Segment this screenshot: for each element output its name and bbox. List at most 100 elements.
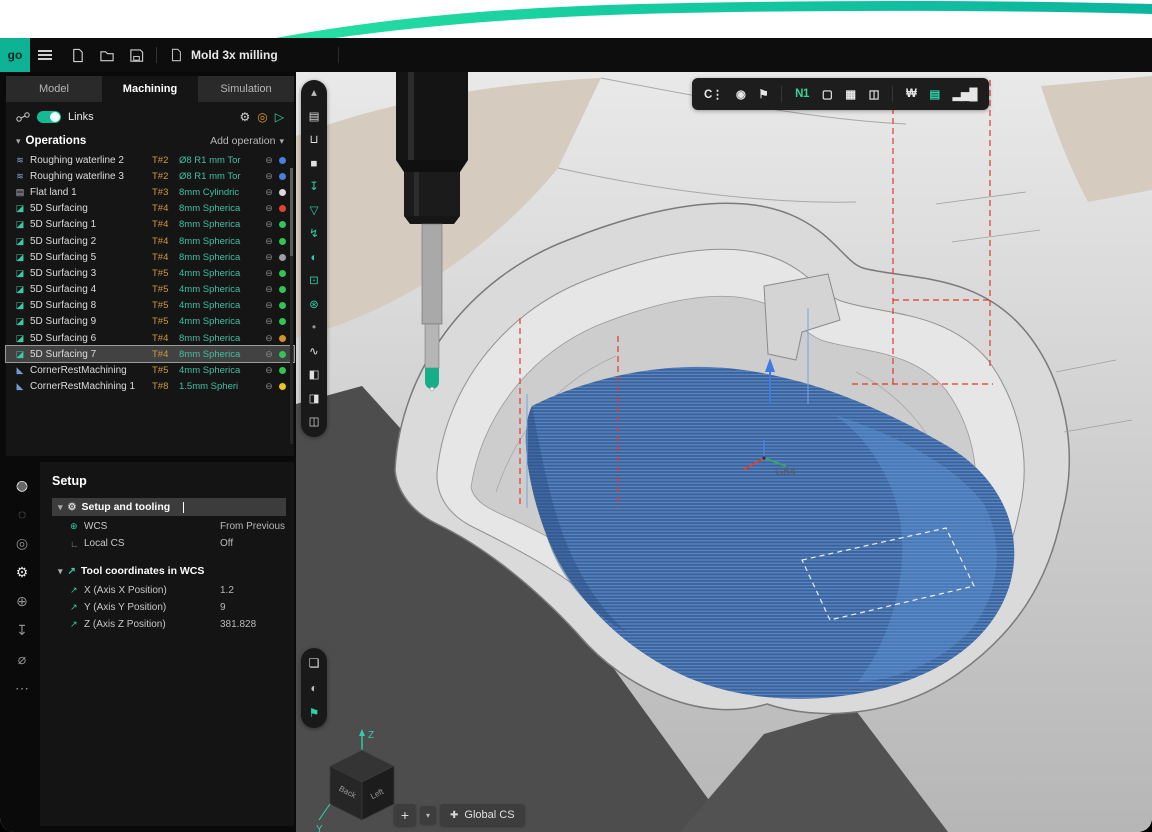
- collapse-icon[interactable]: ▾: [58, 502, 63, 513]
- operation-suppress-icon[interactable]: ⊖: [263, 333, 275, 344]
- spindle-icon[interactable]: ◉: [736, 87, 746, 101]
- monitor-icon[interactable]: ▢: [822, 87, 832, 101]
- stats-icon[interactable]: ▂▅█: [953, 87, 977, 101]
- operation-suppress-icon[interactable]: ⊖: [263, 155, 275, 166]
- disc-icon[interactable]: ◎: [16, 536, 28, 550]
- operation-row[interactable]: ≋ Roughing waterline 3 T#2 Ø8 R1 mm Tor …: [6, 168, 294, 184]
- settings-gear-icon[interactable]: ⚙: [16, 565, 29, 579]
- rotary-axis-icon[interactable]: ◐: [311, 253, 318, 265]
- cs-dropdown-button[interactable]: ▾: [420, 806, 436, 824]
- simulation-view-icon[interactable]: ◍: [16, 478, 28, 492]
- operation-suppress-icon[interactable]: ⊖: [263, 268, 275, 279]
- tool-axis-icon[interactable]: ↧: [16, 623, 28, 637]
- monitor-grid-icon[interactable]: ◫: [869, 87, 879, 101]
- fit-view-icon[interactable]: ❏: [309, 657, 320, 669]
- tab-machining[interactable]: Machining: [102, 76, 198, 102]
- operations-settings-icon[interactable]: ⚙: [240, 110, 251, 124]
- tool-coordinates-header[interactable]: ▾ ↗ Tool coordinates in WCS: [52, 562, 286, 580]
- operation-row[interactable]: ◪ 5D Surfacing T#4 8mm Spherica ⊖: [6, 201, 294, 217]
- collapse-icon[interactable]: ▾: [58, 566, 63, 577]
- operation-row[interactable]: ◪ 5D Surfacing 3 T#5 4mm Spherica ⊖: [6, 265, 294, 281]
- scroll-up-icon[interactable]: ▴: [311, 88, 317, 100]
- wcs-row[interactable]: ⊕ WCS From Previous: [40, 518, 294, 535]
- operations-scrollbar[interactable]: [290, 168, 293, 444]
- grid-export-icon[interactable]: ▦: [845, 87, 855, 101]
- axis-x-row[interactable]: ↗ X (Axis X Position) 1.2: [40, 582, 294, 599]
- post-icon[interactable]: ▤: [929, 87, 939, 101]
- operation-row[interactable]: ◪ 5D Surfacing 2 T#4 8mm Spherica ⊖: [6, 233, 294, 249]
- operation-row[interactable]: ◣ CornerRestMachining 1 T#8 1.5mm Spheri…: [6, 379, 294, 395]
- operation-suppress-icon[interactable]: ⊖: [263, 236, 275, 247]
- tool-flag-icon[interactable]: ⚑: [758, 87, 768, 101]
- tool-holder-icon[interactable]: ⊔: [310, 135, 319, 147]
- run-icon[interactable]: ▷: [275, 110, 284, 124]
- tab-simulation[interactable]: Simulation: [198, 76, 294, 102]
- transform-icon[interactable]: ⊕: [16, 594, 28, 608]
- setup-and-tooling-header[interactable]: ▾ ⚙ Setup and tooling: [52, 498, 286, 516]
- add-operation-button[interactable]: Add operation▾: [210, 135, 284, 147]
- more-icon[interactable]: ⋯: [15, 681, 29, 695]
- operation-row[interactable]: ◪ 5D Surfacing 6 T#4 8mm Spherica ⊖: [6, 330, 294, 346]
- machine-icon[interactable]: ▤: [309, 112, 320, 124]
- axis-z-row[interactable]: ↗ Z (Axis Z Position) 381.828: [40, 616, 294, 633]
- operation-row[interactable]: ▤ Flat land 1 T#3 8mm Cylindric ⊖: [6, 184, 294, 200]
- orbit-icon[interactable]: ◐: [310, 682, 317, 694]
- new-file-icon[interactable]: [70, 48, 85, 63]
- global-cs-button[interactable]: ✚ Global CS: [440, 804, 525, 826]
- operation-suppress-icon[interactable]: ⊖: [263, 316, 275, 327]
- flag-icon[interactable]: ⚑: [309, 707, 320, 719]
- tool-diameter-icon[interactable]: ⌀: [18, 652, 26, 666]
- operation-row[interactable]: ◣ CornerRestMachining T#5 4mm Spherica ⊖: [6, 362, 294, 378]
- operation-row[interactable]: ◪ 5D Surfacing 8 T#5 4mm Spherica ⊖: [6, 298, 294, 314]
- operation-suppress-icon[interactable]: ⊖: [263, 365, 275, 376]
- operation-suppress-icon[interactable]: ⊖: [263, 219, 275, 230]
- panel-right-icon[interactable]: ◨: [309, 394, 320, 406]
- collision-control-icon[interactable]: C⋮: [704, 87, 723, 101]
- wcs-value[interactable]: From Previous: [220, 521, 285, 532]
- axis-y-value[interactable]: 9: [220, 602, 226, 613]
- axis-z-value[interactable]: 381.828: [220, 619, 256, 630]
- operation-suppress-icon[interactable]: ⊖: [263, 349, 275, 360]
- save-icon[interactable]: [129, 48, 144, 63]
- 3d-viewport[interactable]: G54 Z Back Le: [296, 72, 1152, 832]
- fixture-icon[interactable]: ▽: [310, 206, 319, 218]
- add-cs-button[interactable]: +: [394, 804, 416, 826]
- local-cs-row[interactable]: ∟ Local CS Off: [40, 535, 294, 552]
- operation-suppress-icon[interactable]: ⊖: [263, 171, 275, 182]
- operation-row[interactable]: ◪ 5D Surfacing 5 T#4 8mm Spherica ⊖: [6, 249, 294, 265]
- measure-icon[interactable]: ₩: [906, 88, 916, 100]
- app-logo[interactable]: go: [0, 38, 30, 72]
- edit-caret: [183, 502, 184, 513]
- open-folder-icon[interactable]: [99, 48, 115, 63]
- operation-row[interactable]: ◪ 5D Surfacing 9 T#5 4mm Spherica ⊖: [6, 314, 294, 330]
- operation-suppress-icon[interactable]: ⊖: [263, 284, 275, 295]
- operations-collapse-icon[interactable]: ▾: [16, 136, 21, 147]
- menu-icon[interactable]: [30, 38, 60, 72]
- point-icon[interactable]: •: [312, 323, 316, 335]
- operation-suppress-icon[interactable]: ⊖: [263, 381, 275, 392]
- nc-code-icon[interactable]: N1: [795, 88, 809, 100]
- spline-icon[interactable]: ∿: [309, 347, 319, 359]
- operation-suppress-icon[interactable]: ⊖: [263, 300, 275, 311]
- target-icon[interactable]: ◎: [257, 110, 267, 124]
- stock-icon[interactable]: ◌: [18, 507, 26, 521]
- operation-row[interactable]: ◪ 5D Surfacing 4 T#5 4mm Spherica ⊖: [6, 282, 294, 298]
- links-toggle[interactable]: [37, 111, 61, 123]
- operation-row-selected[interactable]: ◪ 5D Surfacing 7 T#4 8mm Spherica ⊖: [6, 346, 294, 362]
- operation-row[interactable]: ≋ Roughing waterline 2 T#2 Ø8 R1 mm Tor …: [6, 152, 294, 168]
- panel-left-icon[interactable]: ◧: [309, 370, 320, 382]
- tab-model[interactable]: Model: [6, 76, 102, 102]
- operation-row[interactable]: ◪ 5D Surfacing 1 T#4 8mm Spherica ⊖: [6, 217, 294, 233]
- collision-icon[interactable]: ⊛: [309, 300, 319, 312]
- axis-x-value[interactable]: 1.2: [220, 585, 234, 596]
- panel-grid-icon[interactable]: ◫: [309, 417, 320, 429]
- axis-y-row[interactable]: ↗ Y (Axis Y Position) 9: [40, 599, 294, 616]
- operation-suppress-icon[interactable]: ⊖: [263, 252, 275, 263]
- tool-icon[interactable]: ↧: [309, 182, 319, 194]
- workpiece-icon[interactable]: ■: [311, 159, 318, 171]
- operation-suppress-icon[interactable]: ⊖: [263, 203, 275, 214]
- local-cs-value[interactable]: Off: [220, 538, 233, 549]
- probe-icon[interactable]: ↯: [309, 229, 319, 241]
- operation-suppress-icon[interactable]: ⊖: [263, 187, 275, 198]
- machine-box-icon[interactable]: ⊡: [309, 276, 319, 288]
